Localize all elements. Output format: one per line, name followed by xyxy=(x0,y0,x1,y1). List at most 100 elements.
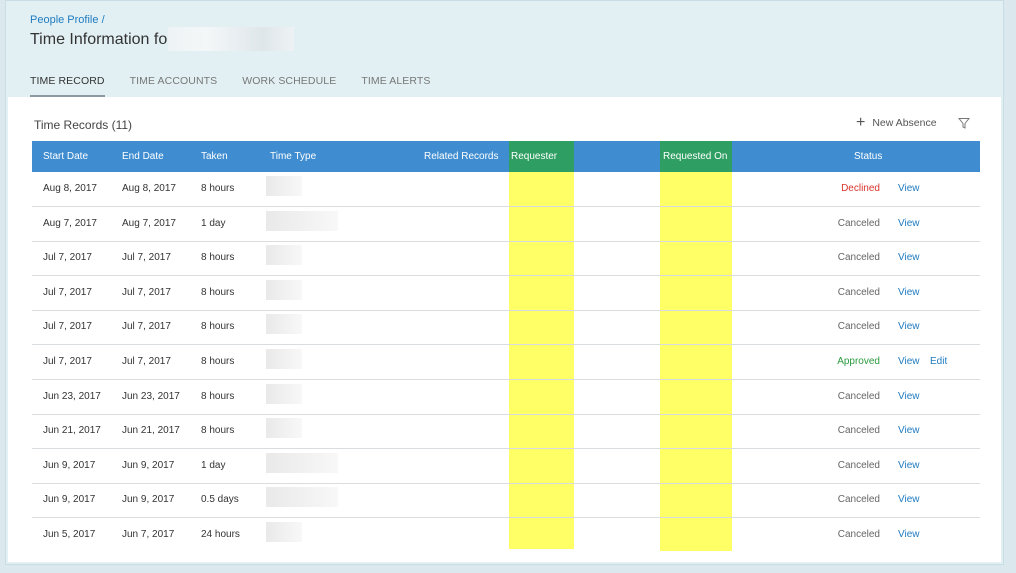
page-header: People Profile / Time Information for TI… xyxy=(6,1,1003,97)
end-date-cell: Jul 7, 2017 xyxy=(122,356,171,367)
end-date-cell: Jun 23, 2017 xyxy=(122,390,180,402)
redacted-time-type xyxy=(266,210,338,231)
table-row: Aug 7, 2017 Aug 7, 2017 1 day Canceled View xyxy=(32,207,980,242)
view-link[interactable]: View xyxy=(898,529,920,540)
status-badge: Canceled xyxy=(837,321,880,333)
redacted-time-type xyxy=(266,245,302,266)
end-date-cell: Jul 7, 2017 xyxy=(122,321,171,333)
table-row: Jul 7, 2017 Jul 7, 2017 8 hours Canceled Vie… xyxy=(32,276,980,311)
table-row: Jun 21, 2017 Jun 21, 2017 8 hours Canceled V… xyxy=(32,414,980,450)
header-taken[interactable]: Taken xyxy=(201,151,228,162)
taken-cell: 8 hours xyxy=(201,321,235,333)
page-title: Time Information for xyxy=(30,31,173,48)
taken-cell: 8 hours xyxy=(201,183,235,194)
table-row: Jul 7, 2017 Jul 7, 2017 8 hours Canceled Vie… xyxy=(32,241,980,277)
redacted-time-type xyxy=(266,349,302,369)
header-requested-on[interactable]: Requested On xyxy=(663,151,728,162)
breadcrumb-people-profile-link[interactable]: People Profile xyxy=(30,14,99,26)
table-row: Aug 8, 2017 Aug 8, 2017 8 hours Declined Vie… xyxy=(32,172,980,207)
view-link[interactable]: View xyxy=(898,252,920,263)
view-link[interactable]: View xyxy=(898,460,920,471)
redacted-time-type xyxy=(266,418,302,439)
header-start-date[interactable]: Start Date xyxy=(43,151,88,162)
redacted-time-type xyxy=(266,487,338,508)
start-date-cell: Jun 9, 2017 xyxy=(43,459,96,471)
table-row: Jun 9, 2017 Jun 9, 2017 1 day Canceled View xyxy=(32,449,980,484)
tab-time-record[interactable]: TIME RECORD xyxy=(30,75,105,97)
view-link[interactable]: View xyxy=(898,494,920,505)
taken-cell: 24 hours xyxy=(201,529,240,540)
status-badge: Approved xyxy=(837,356,880,367)
time-records-title: Time Records (11) xyxy=(34,118,133,132)
redacted-time-type xyxy=(266,383,302,404)
breadcrumb-separator: / xyxy=(101,14,105,26)
tab-work-schedule[interactable]: WORK SCHEDULE xyxy=(242,75,336,97)
end-date-cell: Jun 9, 2017 xyxy=(122,494,175,506)
start-date-cell: Jun 23, 2017 xyxy=(43,390,101,402)
status-badge: Canceled xyxy=(837,494,880,506)
taken-cell: 0.5 days xyxy=(201,494,239,506)
page-frame: People Profile / Time Information for TI… xyxy=(5,0,1004,565)
plus-icon: + xyxy=(856,114,866,131)
view-link[interactable]: View xyxy=(898,218,920,229)
status-badge: Canceled xyxy=(837,529,880,540)
start-date-cell: Aug 8, 2017 xyxy=(43,183,97,194)
status-badge: Canceled xyxy=(837,286,880,298)
header-end-date[interactable]: End Date xyxy=(122,151,164,162)
start-date-cell: Aug 7, 2017 xyxy=(43,217,97,229)
view-link[interactable]: View xyxy=(898,391,920,402)
breadcrumb: People Profile / xyxy=(30,14,105,26)
taken-cell: 1 day xyxy=(201,217,226,229)
end-date-cell: Aug 8, 2017 xyxy=(122,183,176,194)
view-link[interactable]: View xyxy=(898,425,920,436)
redacted-time-type xyxy=(266,314,302,335)
table-header: Start Date End Date Taken Time Type Rela… xyxy=(32,141,980,172)
view-link[interactable]: View xyxy=(898,321,920,332)
new-absence-label: New Absence xyxy=(872,117,937,129)
redacted-time-type xyxy=(266,176,302,196)
new-absence-button[interactable]: + New Absence xyxy=(856,114,937,131)
header-related-records[interactable]: Related Records xyxy=(424,151,498,162)
time-records-panel: Time Records (11) + New Absence Start Da… xyxy=(8,97,1001,562)
redacted-time-type xyxy=(266,452,338,473)
view-link[interactable]: View xyxy=(898,183,920,194)
end-date-cell: Jul 7, 2017 xyxy=(122,252,171,264)
start-date-cell: Jul 7, 2017 xyxy=(43,286,92,298)
tab-time-accounts[interactable]: TIME ACCOUNTS xyxy=(130,75,218,97)
taken-cell: 8 hours xyxy=(201,252,235,264)
status-badge: Canceled xyxy=(837,425,880,437)
header-status[interactable]: Status xyxy=(854,151,882,162)
redacted-time-type xyxy=(266,522,302,542)
end-date-cell: Jul 7, 2017 xyxy=(122,286,171,298)
status-badge: Canceled xyxy=(837,390,880,402)
header-requester[interactable]: Requester xyxy=(511,151,557,162)
filter-icon[interactable] xyxy=(958,117,970,129)
end-date-cell: Jun 7, 2017 xyxy=(122,529,175,540)
table-row: Jun 23, 2017 Jun 23, 2017 8 hours Canceled V… xyxy=(32,380,980,415)
tab-time-alerts[interactable]: TIME ALERTS xyxy=(361,75,430,97)
view-link[interactable]: View xyxy=(898,287,920,298)
taken-cell: 8 hours xyxy=(201,425,235,437)
table-row: Jul 7, 2017 Jul 7, 2017 8 hours Canceled Vie… xyxy=(32,310,980,346)
end-date-cell: Aug 7, 2017 xyxy=(122,217,176,229)
header-time-type[interactable]: Time Type xyxy=(270,151,316,162)
table-row: Jul 7, 2017 Jul 7, 2017 8 hours Approved Vie… xyxy=(32,345,980,380)
start-date-cell: Jun 21, 2017 xyxy=(43,425,101,437)
status-badge: Declined xyxy=(841,183,880,194)
status-badge: Canceled xyxy=(837,252,880,264)
start-date-cell: Jul 7, 2017 xyxy=(43,356,92,367)
taken-cell: 8 hours xyxy=(201,356,235,367)
taken-cell: 8 hours xyxy=(201,286,235,298)
view-link[interactable]: View xyxy=(898,356,920,367)
table-row: Jun 9, 2017 Jun 9, 2017 0.5 days Canceled Vi… xyxy=(32,483,980,519)
status-badge: Canceled xyxy=(837,217,880,229)
status-badge: Canceled xyxy=(837,459,880,471)
start-date-cell: Jul 7, 2017 xyxy=(43,252,92,264)
end-date-cell: Jun 9, 2017 xyxy=(122,459,175,471)
start-date-cell: Jun 9, 2017 xyxy=(43,494,96,506)
edit-link[interactable]: Edit xyxy=(930,356,947,367)
table-row: Jun 5, 2017 Jun 7, 2017 24 hours Canceled Vi… xyxy=(32,518,980,553)
redacted-time-type xyxy=(266,279,302,300)
tab-bar: TIME RECORD TIME ACCOUNTS WORK SCHEDULE TIM… xyxy=(30,75,456,97)
redacted-name xyxy=(168,27,294,51)
